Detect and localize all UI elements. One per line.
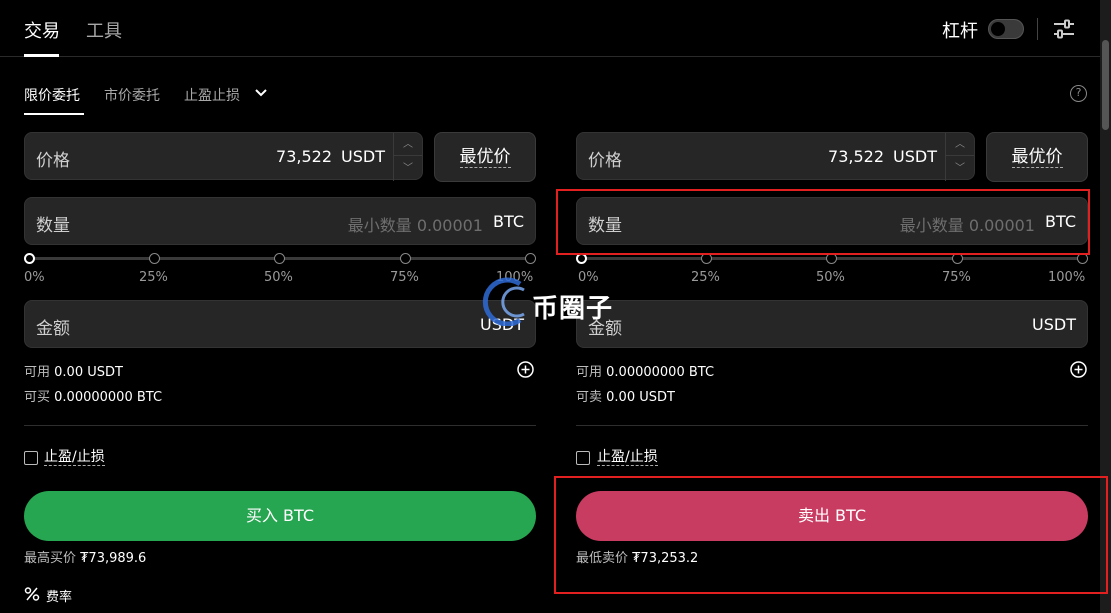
buy-slider-mark-25[interactable] [149, 253, 160, 264]
sell-amount-field[interactable]: 金额 USDT [576, 300, 1088, 348]
leverage-toggle[interactable] [988, 19, 1024, 39]
tab-trade-underline [24, 54, 59, 57]
buy-slider-handle[interactable] [24, 253, 35, 264]
sell-can-sell: 可卖 0.00 USDT [576, 386, 675, 405]
buy-price-value[interactable]: 73,522 [276, 147, 332, 166]
buy-divider [24, 425, 536, 426]
sell-price-unit: USDT [893, 147, 937, 166]
buy-slider-mark-75[interactable] [400, 253, 411, 264]
sell-tpsl-checkbox[interactable] [576, 451, 590, 465]
tab-tools[interactable]: 工具 [86, 17, 122, 43]
buy-can-buy-value: 0.00000000 BTC [54, 390, 163, 405]
sell-divider [576, 425, 1088, 426]
buy-slider-mark-50[interactable] [274, 253, 285, 264]
sell-slider-label-25: 25% [691, 270, 720, 285]
leverage-label: 杠杆 [942, 21, 978, 42]
plus-circle-icon[interactable] [1070, 361, 1087, 378]
sell-price-field[interactable]: 价格 73,522 USDT ︿ ﹀ [576, 132, 975, 181]
sell-price-label: 价格 [588, 151, 622, 171]
sell-best-price-label: 最优价 [1011, 147, 1063, 168]
buy-highest-price-label: 最高买价 [24, 551, 77, 566]
buy-slider-label-50: 50% [264, 270, 293, 285]
buy-tpsl-label[interactable]: 止盈/止损 [44, 449, 105, 466]
buy-available: 可用 0.00 USDT [24, 361, 123, 380]
sell-price-stepper[interactable]: ︿ ﹀ [945, 133, 974, 181]
sell-slider-label-50: 50% [816, 270, 845, 285]
sell-amount-unit: USDT [1032, 315, 1076, 334]
order-type-limit[interactable]: 限价委托 [24, 85, 80, 105]
buy-slider-label-25: 25% [139, 270, 168, 285]
buy-available-label: 可用 [24, 365, 51, 380]
buy-slider-label-75: 75% [390, 270, 419, 285]
buy-price-unit: USDT [341, 147, 385, 166]
watermark-text: 币圈子 [532, 294, 614, 324]
sell-tpsl-label[interactable]: 止盈/止损 [597, 449, 658, 466]
arrow-up-icon[interactable]: ︿ [946, 133, 974, 156]
sell-can-sell-label: 可卖 [576, 390, 603, 405]
sell-slider-label-100: 100% [1048, 270, 1086, 285]
buy-can-buy-label: 可买 [24, 390, 51, 405]
toggle-knob [991, 22, 1005, 36]
buy-amount-field[interactable]: 金额 USDT [24, 300, 536, 348]
help-icon[interactable]: ? [1070, 85, 1087, 102]
order-type-market[interactable]: 市价委托 [104, 85, 160, 105]
fee-label[interactable]: 费率 [46, 586, 72, 605]
sell-available: 可用 0.00000000 BTC [576, 361, 714, 380]
arrow-up-icon[interactable]: ︿ [394, 133, 422, 156]
scrollbar-thumb[interactable] [1102, 40, 1109, 130]
buy-tpsl-checkbox[interactable] [24, 451, 38, 465]
buy-highest-price-value: ₮73,989.6 [80, 551, 147, 566]
buy-highest-price: 最高买价 ₮73,989.6 [24, 547, 146, 566]
buy-price-label: 价格 [36, 151, 70, 171]
sell-best-price-button[interactable]: 最优价 [986, 132, 1088, 182]
buy-quantity-placeholder: 最小数量 0.00001 [347, 216, 483, 235]
buy-slider-label-0: 0% [24, 270, 45, 285]
buy-quantity-unit: BTC [493, 212, 524, 231]
buy-price-field[interactable]: 价格 73,522 USDT ︿ ﹀ [24, 132, 423, 181]
arrow-down-icon[interactable]: ﹀ [394, 157, 422, 180]
buy-available-value: 0.00 USDT [54, 365, 123, 380]
order-type-tpsl[interactable]: 止盈止损 [184, 85, 240, 105]
sell-available-value: 0.00000000 BTC [606, 365, 715, 380]
sell-available-label: 可用 [576, 365, 603, 380]
buy-can-buy: 可买 0.00000000 BTC [24, 386, 162, 405]
sell-price-value[interactable]: 73,522 [828, 147, 884, 166]
buy-price-stepper[interactable]: ︿ ﹀ [393, 133, 422, 181]
tab-trade[interactable]: 交易 [24, 17, 60, 43]
buy-amount-label: 金额 [36, 319, 70, 339]
highlight-box-sell [554, 476, 1108, 594]
buy-quantity-label: 数量 [36, 216, 70, 236]
percent-icon [24, 587, 40, 601]
order-type-underline [24, 113, 84, 115]
plus-circle-icon[interactable] [517, 361, 534, 378]
buy-button[interactable]: 买入 BTC [24, 491, 536, 541]
sell-slider-label-75: 75% [942, 270, 971, 285]
header-divider [1037, 18, 1038, 40]
settings-icon[interactable] [1052, 18, 1076, 40]
buy-quantity-field[interactable]: 数量 最小数量 0.00001 BTC [24, 197, 536, 245]
arrow-down-icon[interactable]: ﹀ [946, 157, 974, 180]
buy-best-price-button[interactable]: 最优价 [434, 132, 536, 182]
sell-can-sell-value: 0.00 USDT [606, 390, 675, 405]
chevron-down-icon[interactable] [254, 87, 268, 99]
highlight-box-quantity [556, 189, 1090, 255]
buy-best-price-label: 最优价 [459, 147, 511, 168]
buy-slider-mark-100[interactable] [525, 253, 536, 264]
